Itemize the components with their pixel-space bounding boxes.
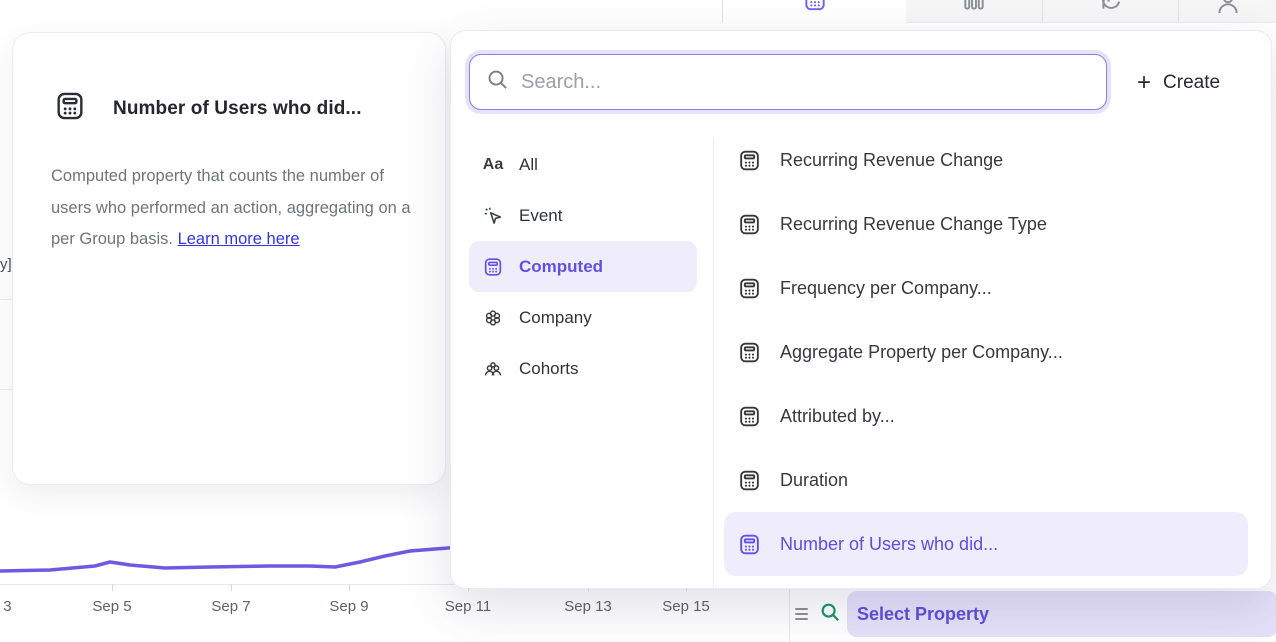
calculator-icon [736, 148, 762, 173]
tab-retention[interactable] [1042, 0, 1178, 23]
calculator-icon [736, 276, 762, 301]
property-item-selected[interactable]: Number of Users who did... [724, 512, 1248, 576]
retention-icon [1098, 0, 1124, 22]
category-item-computed[interactable]: Computed [469, 241, 697, 292]
x-tick-label: Sep 9 [329, 598, 368, 615]
category-label: Computed [519, 257, 603, 277]
property-label: Number of Users who did... [780, 534, 998, 555]
property-label: Frequency per Company... [780, 278, 992, 299]
tab-computed-metric[interactable] [723, 0, 906, 23]
axis-tick [231, 584, 232, 591]
category-label: Cohorts [519, 359, 579, 379]
property-label: Recurring Revenue Change [780, 150, 1003, 171]
category-label: All [519, 155, 538, 175]
property-picker-dropdown: + Create Aa All Event [450, 30, 1272, 589]
calculator-icon [481, 256, 505, 278]
calculator-icon [53, 89, 87, 128]
x-tick-label: Sep 5 [92, 598, 131, 615]
person-icon [1215, 0, 1241, 22]
panel-divider [789, 589, 790, 642]
property-tooltip-card: Number of Users who did... Computed prop… [12, 32, 446, 485]
bar-chart-icon [961, 0, 987, 22]
select-property-label: Select Property [857, 604, 989, 625]
line-chart [0, 538, 462, 580]
property-item[interactable]: Recurring Revenue Change Type [724, 192, 1248, 256]
plus-icon: + [1137, 71, 1151, 95]
background-divider [0, 299, 12, 300]
category-label: Company [519, 308, 592, 328]
category-list: Aa All Event [469, 139, 697, 394]
category-item-all[interactable]: Aa All [469, 139, 697, 190]
property-item[interactable]: Recurring Revenue Change [724, 128, 1248, 192]
property-list: Recurring Revenue Change Recurring Reven… [724, 128, 1248, 576]
property-item[interactable]: Attributed by... [724, 384, 1248, 448]
metric-property-row: Select Property [795, 591, 1276, 637]
calculator-icon [736, 404, 762, 429]
property-label: Duration [780, 470, 848, 491]
x-tick-label: Sep 7 [211, 598, 250, 615]
property-label: Recurring Revenue Change Type [780, 214, 1047, 235]
dropdown-divider [713, 138, 714, 588]
calculator-icon [736, 468, 762, 493]
search-icon-green [819, 601, 841, 628]
calculator-icon [802, 0, 828, 23]
category-item-company[interactable]: Company [469, 292, 697, 343]
tooltip-title: Number of Users who did... [113, 98, 362, 120]
create-button-label: Create [1163, 72, 1220, 94]
property-label: Attributed by... [780, 406, 895, 427]
search-input[interactable] [521, 71, 1090, 94]
x-tick-label: Sep 3 [0, 598, 12, 615]
property-item[interactable]: Frequency per Company... [724, 256, 1248, 320]
x-tick-label: Sep 15 [662, 598, 710, 615]
property-label: Aggregate Property per Company... [780, 342, 1063, 363]
category-item-event[interactable]: Event [469, 190, 697, 241]
calculator-icon [736, 532, 762, 557]
learn-more-link[interactable]: Learn more here [178, 230, 300, 248]
property-item[interactable]: Duration [724, 448, 1248, 512]
tooltip-description: Computed property that counts the number… [51, 161, 423, 256]
select-property-field[interactable]: Select Property [847, 591, 1276, 637]
report-tab-bar [723, 0, 1276, 23]
cursor-sparkle-icon [481, 205, 505, 227]
search-icon [486, 68, 509, 96]
company-cluster-icon [481, 307, 505, 329]
calculator-icon [736, 212, 762, 237]
calculator-icon [736, 340, 762, 365]
axis-tick [349, 584, 350, 591]
axis-tick [112, 584, 113, 591]
tab-profile[interactable] [1178, 0, 1276, 23]
x-tick-label: Sep 11 [445, 598, 491, 615]
x-tick-label: Sep 13 [564, 598, 612, 615]
drag-handle-icon[interactable] [795, 608, 811, 620]
category-item-cohorts[interactable]: Cohorts [469, 343, 697, 394]
Aa-text-icon: Aa [481, 156, 505, 174]
search-box [469, 54, 1107, 110]
category-label: Event [519, 206, 562, 226]
property-item[interactable]: Aggregate Property per Company... [724, 320, 1248, 384]
background-divider [0, 389, 12, 390]
tab-bar-chart[interactable] [906, 0, 1042, 23]
cohorts-people-icon [481, 358, 505, 380]
create-button[interactable]: + Create [1137, 67, 1257, 99]
